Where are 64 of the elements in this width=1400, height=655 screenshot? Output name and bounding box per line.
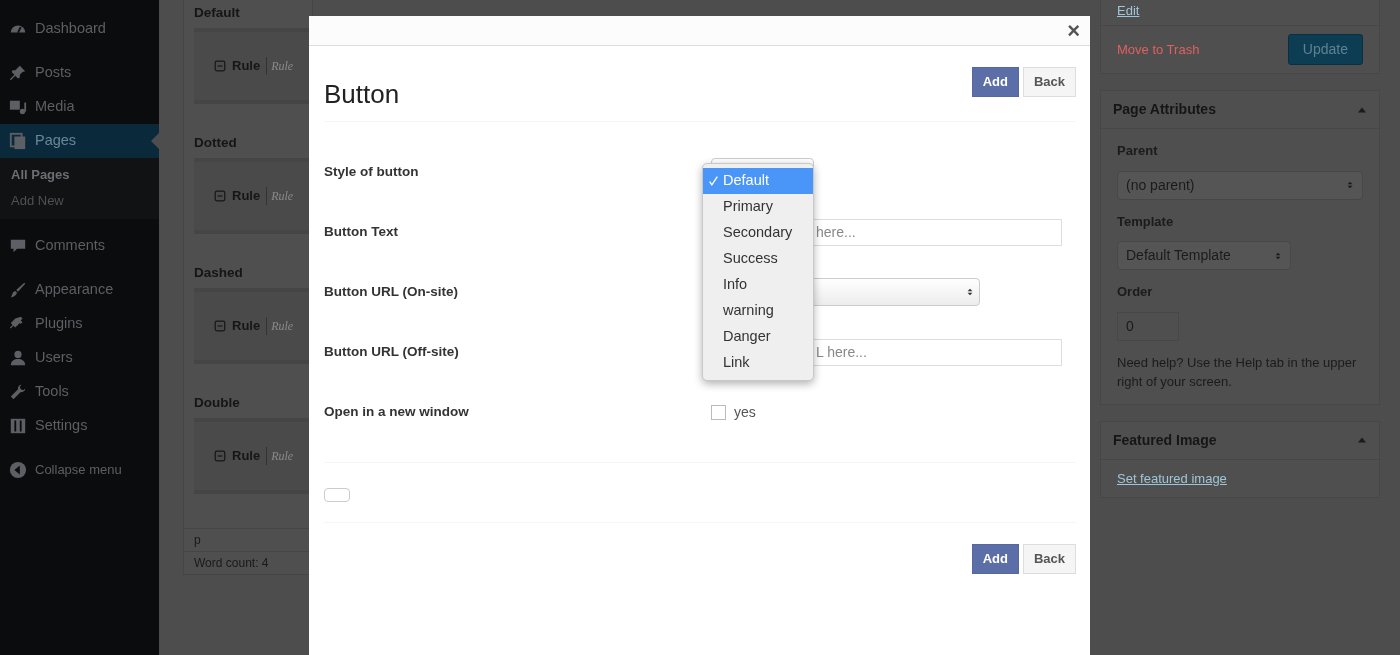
modal-title: Button	[324, 79, 400, 111]
rule-hint: Rule	[266, 447, 294, 465]
submenu-item[interactable]: Add New	[0, 187, 159, 213]
updown-arrows-icon	[1346, 179, 1354, 191]
sidebar-item[interactable]: Appearance	[0, 273, 159, 307]
close-button[interactable]: ×	[1063, 19, 1084, 42]
field-label: Style of button	[324, 162, 420, 181]
field-label: Button URL (Off-site)	[324, 342, 460, 361]
select-field[interactable]: Default Template	[1117, 241, 1291, 270]
section-heading: Dashed	[193, 264, 244, 282]
paintbrush-icon	[9, 281, 27, 299]
checkbox[interactable]	[711, 404, 726, 420]
rule-hint: Rule	[266, 317, 294, 335]
panel-title: Featured Image	[1113, 430, 1217, 450]
sidebar-item[interactable]: Dashboard	[0, 12, 159, 46]
add-button[interactable]: Add	[971, 544, 1019, 574]
section-heading: Default	[193, 4, 241, 22]
sidebar-item[interactable]: Tools	[0, 375, 159, 409]
user-icon	[9, 349, 27, 367]
field-label: Button Text	[324, 222, 399, 241]
dropdown-option[interactable]: Primary	[703, 194, 813, 220]
collapse-arrow-icon	[1357, 435, 1367, 445]
sidebar-item[interactable]: Media	[0, 90, 159, 124]
section-heading: Double	[193, 394, 241, 412]
checkbox-label: yes	[734, 402, 756, 422]
sidebar-item[interactable]: Users	[0, 341, 159, 375]
rule-hint: Rule	[266, 57, 294, 75]
edit-link[interactable]: Edit	[1117, 3, 1140, 18]
wrench-icon	[9, 383, 27, 401]
dropdown-option[interactable]: warning	[703, 298, 813, 324]
sidebar-item[interactable]: Posts	[0, 56, 159, 90]
section-heading: Dotted	[193, 134, 238, 152]
back-button[interactable]: Back	[1022, 67, 1076, 97]
media-icon	[9, 98, 27, 116]
back-button[interactable]: Back	[1022, 544, 1076, 574]
sidebar-item[interactable]: Settings	[0, 409, 159, 443]
panel-title: Page Attributes	[1113, 100, 1216, 119]
sidebar-item[interactable]: Comments	[0, 229, 159, 263]
field-label: Button URL (On-site)	[324, 282, 459, 301]
collapse-menu-link[interactable]: Collapse menu	[0, 453, 159, 487]
submenu-item[interactable]: All Pages	[0, 162, 159, 188]
sliders-icon	[9, 417, 27, 435]
collapse-icon	[214, 60, 226, 72]
collapse-icon	[214, 320, 226, 332]
add-button[interactable]: Add	[971, 67, 1019, 97]
triangle-circle-icon	[9, 461, 27, 479]
dropdown-option[interactable]: Success	[703, 246, 813, 272]
field-label: Open in a new window	[324, 402, 470, 421]
updown-arrows-icon	[966, 286, 974, 298]
move-to-trash-link[interactable]: Move to Trash	[1117, 39, 1200, 60]
checkmark-icon	[708, 175, 719, 187]
collapse-icon	[214, 190, 226, 202]
sidebar-item[interactable]: Plugins	[0, 307, 159, 341]
select-field[interactable]: (no parent)	[1117, 170, 1363, 200]
pages-icon	[9, 132, 27, 150]
button-preview	[324, 488, 350, 502]
dropdown-option[interactable]: Default	[703, 168, 813, 194]
rule-hint: Rule	[266, 187, 294, 205]
sidebar-item[interactable]: Pages	[0, 124, 159, 158]
update-button[interactable]: Update	[1287, 34, 1363, 65]
set-featured-image-link[interactable]: Set featured image	[1117, 470, 1227, 486]
collapse-icon	[214, 450, 226, 462]
pushpin-icon	[9, 64, 27, 82]
dropdown-option[interactable]: Info	[703, 272, 813, 298]
